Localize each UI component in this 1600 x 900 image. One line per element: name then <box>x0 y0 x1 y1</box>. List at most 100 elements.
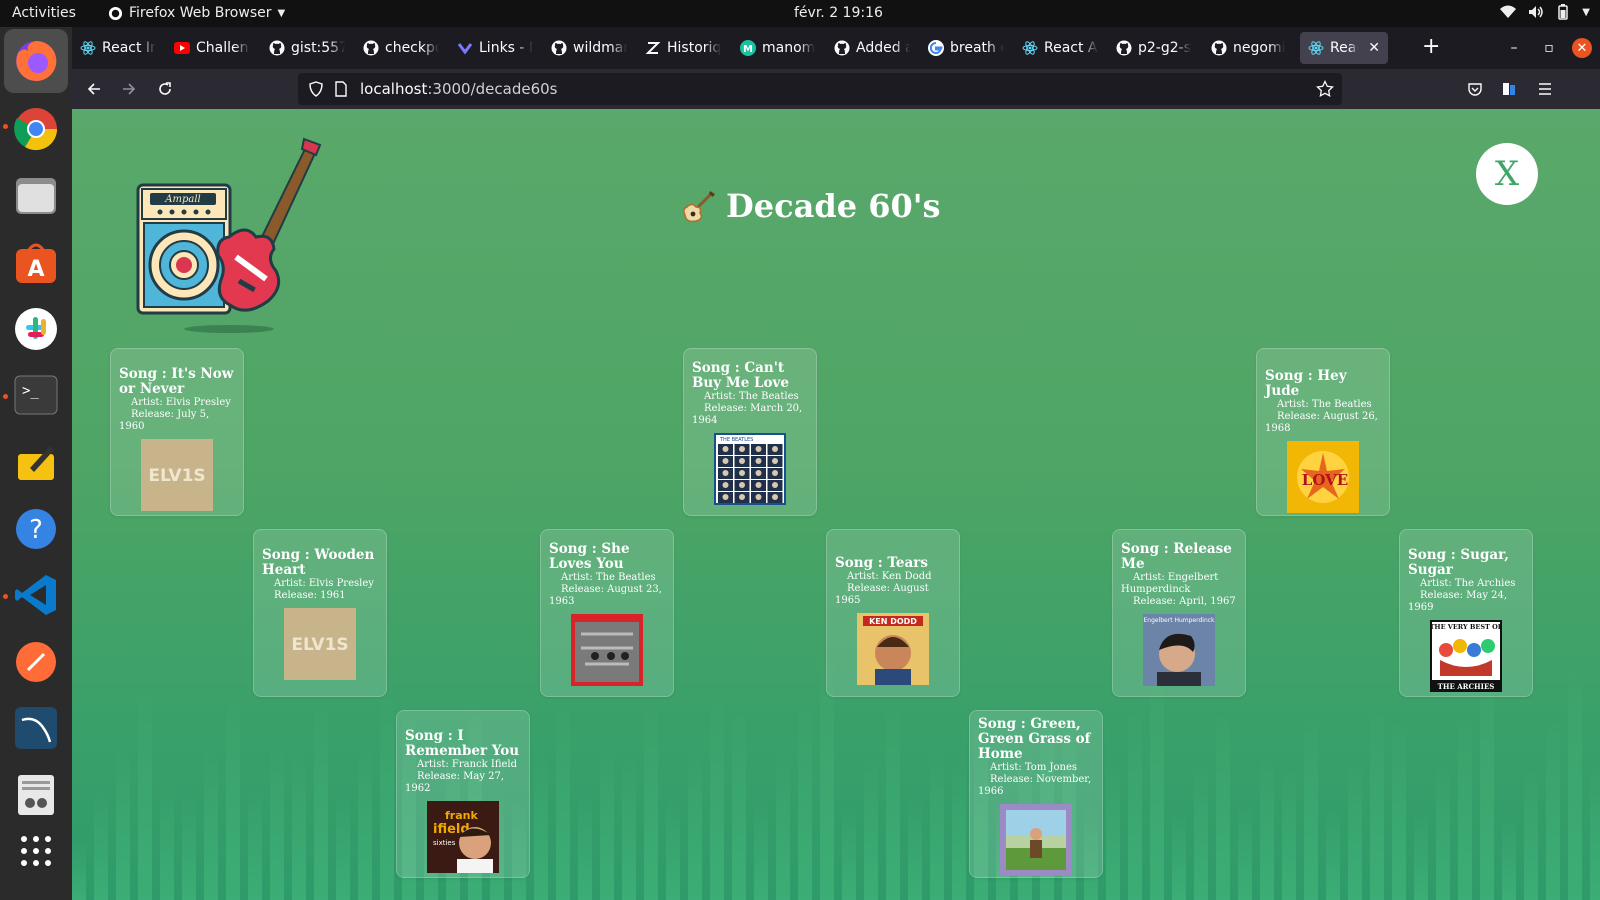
song-card[interactable]: Song : She Loves You Artist: The Beatles R… <box>540 529 674 697</box>
dock-vscode[interactable] <box>12 571 60 619</box>
tab-active[interactable]: React ✕ <box>1300 32 1388 64</box>
dock-mysql-workbench[interactable] <box>12 704 60 752</box>
svg-text:THE ARCHIES: THE ARCHIES <box>1438 682 1495 691</box>
dock-help[interactable]: ? <box>12 505 60 553</box>
equalizer-bar <box>1568 668 1582 900</box>
tab-label: gist:557 <box>291 40 345 56</box>
svg-text:sixties: sixties <box>433 839 456 847</box>
url-bar[interactable]: localhost:3000/decade60s <box>298 73 1342 105</box>
app-menu[interactable]: Firefox Web Browser ▼ <box>108 5 285 21</box>
browser-tab[interactable]: Links - N <box>449 32 541 64</box>
song-card[interactable]: Song : Release Me Artist: Engelbert Humpe… <box>1112 529 1246 697</box>
system-top-bar: Activities Firefox Web Browser ▼ févr. 2… <box>0 0 1600 27</box>
browser-tab[interactable]: checkpo <box>355 32 447 64</box>
equalizer-bar <box>72 840 86 900</box>
song-release: Release: August 26, 1968 <box>1265 411 1378 434</box>
links-icon <box>457 40 473 56</box>
browser-tab[interactable]: Mmanom <box>732 32 824 64</box>
amp-brand-label: Ampall <box>164 194 200 205</box>
song-artist: Artist: The Beatles <box>1277 399 1372 410</box>
tracking-shield-icon[interactable] <box>308 81 324 97</box>
browser-tab[interactable]: React A <box>1014 32 1106 64</box>
equalizer-bar <box>798 703 812 900</box>
song-card[interactable]: Song : I Remember You Artist: Franck Ifie… <box>396 710 530 878</box>
equalizer-bar <box>732 710 746 900</box>
app-grid-icon <box>21 836 51 866</box>
tab-label: manom <box>762 40 816 56</box>
tab-label: React <box>1330 40 1358 56</box>
equalizer-bar <box>116 742 130 900</box>
github-icon <box>363 40 379 56</box>
song-card[interactable]: Song : Tears Artist: Ken Dodd Release: Aug… <box>826 529 960 697</box>
forward-button[interactable] <box>118 78 140 100</box>
clock[interactable]: févr. 2 19:16 <box>794 5 883 21</box>
text-editor-icon <box>18 446 54 480</box>
volume-icon <box>1529 6 1544 18</box>
tab-label: Links - N <box>479 40 533 56</box>
desktop-screen: Activities Firefox Web Browser ▼ févr. 2… <box>0 0 1600 900</box>
equalizer-bar <box>776 752 790 900</box>
song-card[interactable]: Song : It's Now or Never Artist: Elvis Pr… <box>110 348 244 516</box>
svg-text:M: M <box>743 44 753 55</box>
activities-button[interactable]: Activities <box>12 5 76 21</box>
browser-tab[interactable]: wildmar <box>543 32 635 64</box>
running-indicator <box>3 594 8 599</box>
dock-slack[interactable] <box>12 305 60 353</box>
show-applications-button[interactable] <box>12 827 60 875</box>
equalizer-bar <box>556 702 570 900</box>
svg-text:THE VERY BEST OF: THE VERY BEST OF <box>1430 623 1502 631</box>
extension-icon <box>1503 83 1515 95</box>
page-info-icon[interactable] <box>334 81 348 97</box>
browser-tab[interactable]: p2-g2-s <box>1108 32 1200 64</box>
pocket-button[interactable] <box>1464 78 1486 100</box>
back-arrow-icon <box>87 83 100 95</box>
ken-dodd-cover: KEN DODD <box>835 613 951 685</box>
app-menu-button[interactable] <box>1534 78 1556 100</box>
dock-chrome[interactable] <box>12 105 60 153</box>
song-title: Song : Sugar, Sugar <box>1408 547 1509 578</box>
browser-tab[interactable]: Historiq <box>637 32 729 64</box>
dock-postman[interactable] <box>12 638 60 686</box>
bookmark-star-icon[interactable] <box>1316 80 1334 98</box>
files-icon <box>16 178 56 214</box>
equalizer-bar <box>622 755 636 900</box>
browser-tab[interactable]: React In <box>72 32 164 64</box>
minimize-button[interactable]: – <box>1504 38 1524 58</box>
song-artist: Artist: Tom Jones <box>990 762 1078 773</box>
dock-terminal[interactable]: >_ <box>12 371 60 419</box>
reload-button[interactable] <box>154 78 176 100</box>
dock-document-viewer[interactable] <box>12 771 60 819</box>
back-button[interactable] <box>83 78 105 100</box>
browser-tab[interactable]: Challeng <box>166 32 258 64</box>
song-card[interactable]: Song : Can't Buy Me Love Artist: The Beat… <box>683 348 817 516</box>
close-page-button[interactable]: X <box>1476 143 1538 205</box>
github-icon <box>551 40 567 56</box>
maximize-button[interactable]: ▫ <box>1539 38 1559 58</box>
browser-tab[interactable]: gist:557 <box>261 32 353 64</box>
equalizer-bar <box>1370 709 1384 900</box>
equalizer-bar <box>952 760 966 900</box>
song-release: Release: August 23, 1963 <box>549 584 662 607</box>
equalizer-bar <box>1590 759 1600 900</box>
equalizer-bar <box>1524 766 1538 900</box>
extension-button[interactable] <box>1498 78 1520 100</box>
browser-tab[interactable]: breath c <box>920 32 1012 64</box>
song-title: Song : Release Me <box>1121 541 1232 572</box>
tab-close-icon[interactable]: ✕ <box>1368 40 1380 56</box>
dock-firefox[interactable] <box>4 29 68 93</box>
system-tray[interactable]: ▼ <box>1500 4 1590 20</box>
song-card[interactable]: Song : Hey Jude Artist: The Beatles Releas… <box>1256 348 1390 516</box>
song-card[interactable]: Song : Sugar, Sugar Artist: The Archies Re… <box>1399 529 1533 697</box>
dock-software[interactable]: A <box>12 239 60 287</box>
window-close-button[interactable]: ✕ <box>1572 38 1592 58</box>
song-card[interactable]: Song : Green, Green Grass of Home Artist:… <box>969 710 1103 878</box>
dock-text-editor[interactable] <box>12 438 60 486</box>
dock-files[interactable] <box>12 172 60 220</box>
new-tab-button[interactable]: + <box>1422 35 1440 59</box>
browser-tab[interactable]: negomi <box>1203 32 1295 64</box>
react-icon <box>80 40 96 56</box>
browser-tab[interactable]: Added a <box>826 32 918 64</box>
song-card[interactable]: Song : Wooden Heart Artist: Elvis Presley… <box>253 529 387 697</box>
equalizer-bar <box>688 748 702 900</box>
running-indicator <box>3 124 8 129</box>
